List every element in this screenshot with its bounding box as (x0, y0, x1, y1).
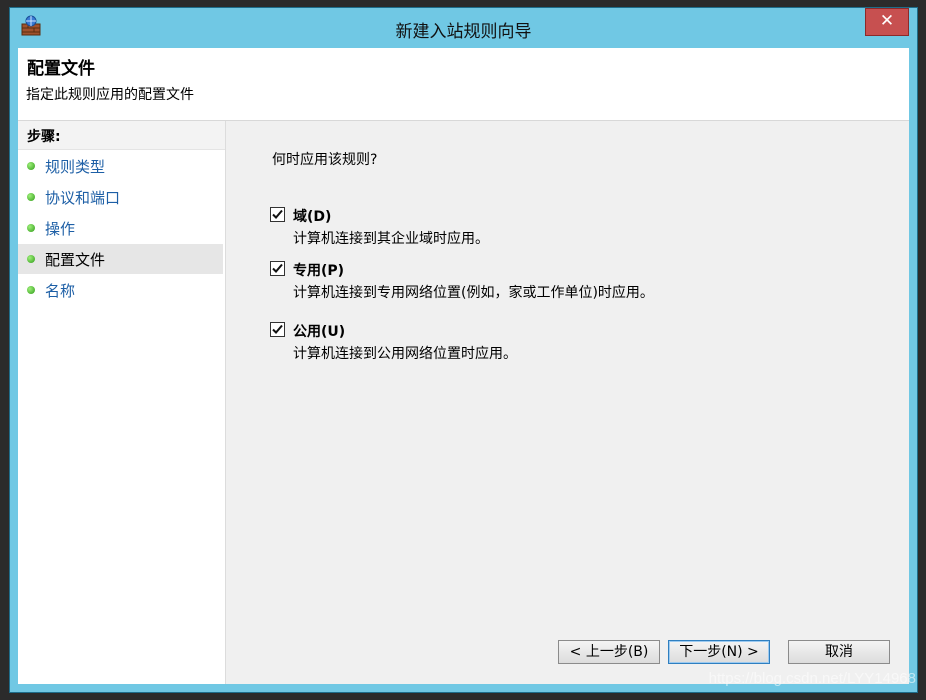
watermark: https://blog.csdn.net/LYY14968 (708, 670, 916, 687)
step-label: 名称 (45, 282, 76, 300)
question-text: 何时应用该规则? (272, 152, 378, 168)
domain-description: 计算机连接到其企业域时应用。 (293, 231, 489, 247)
wizard-window: 新建入站规则向导 ✕ 配置文件 指定此规则应用的配置文件 步骤: 规则类型 协议… (10, 8, 917, 692)
close-icon: ✕ (879, 11, 895, 31)
close-button[interactable]: ✕ (865, 8, 909, 36)
window-title: 新建入站规则向导 (395, 22, 532, 42)
next-button[interactable]: 下一步(N) > (668, 640, 770, 664)
public-label[interactable]: 公用(U) (293, 321, 345, 341)
step-label: 规则类型 (45, 158, 106, 176)
step-label: 配置文件 (45, 251, 106, 269)
checkmark-icon (272, 209, 283, 219)
steps-heading: 步骤: (18, 121, 225, 150)
private-description: 计算机连接到专用网络位置(例如，家或工作单位)时应用。 (293, 285, 654, 301)
checkmark-icon (272, 324, 283, 334)
steps-panel: 步骤: 规则类型 协议和端口 操作 配置文件 名称 (18, 121, 226, 684)
main-panel: 何时应用该规则? 域(D) 计算机连接到其企业域时应用。 专用(P) 计算机连接… (226, 121, 909, 684)
cancel-button[interactable]: 取消 (788, 640, 890, 664)
step-label: 协议和端口 (45, 189, 121, 207)
green-dot-icon (27, 224, 35, 232)
green-dot-icon (27, 286, 35, 294)
title-bar[interactable]: 新建入站规则向导 ✕ (10, 8, 917, 48)
step-protocol-ports[interactable]: 协议和端口 (18, 182, 223, 212)
checkmark-icon (272, 263, 283, 273)
green-dot-icon (27, 162, 35, 170)
public-description: 计算机连接到公用网络位置时应用。 (293, 346, 517, 362)
step-name[interactable]: 名称 (18, 275, 223, 305)
step-profile[interactable]: 配置文件 (18, 244, 223, 274)
private-checkbox[interactable] (270, 261, 285, 276)
steps-heading-label: 步骤: (27, 129, 61, 145)
domain-checkbox[interactable] (270, 207, 285, 222)
step-label: 操作 (45, 220, 76, 238)
page-subtitle: 指定此规则应用的配置文件 (26, 87, 194, 103)
wizard-header: 配置文件 指定此规则应用的配置文件 (18, 48, 909, 121)
step-rule-type[interactable]: 规则类型 (18, 151, 223, 181)
green-dot-icon (27, 193, 35, 201)
domain-label[interactable]: 域(D) (293, 206, 331, 226)
public-checkbox[interactable] (270, 322, 285, 337)
back-button[interactable]: < 上一步(B) (558, 640, 660, 664)
page-title: 配置文件 (27, 59, 95, 79)
step-action[interactable]: 操作 (18, 213, 223, 243)
private-label[interactable]: 专用(P) (293, 260, 344, 280)
green-dot-icon (27, 255, 35, 263)
wizard-client: 配置文件 指定此规则应用的配置文件 步骤: 规则类型 协议和端口 操作 配置文件 (18, 48, 909, 684)
